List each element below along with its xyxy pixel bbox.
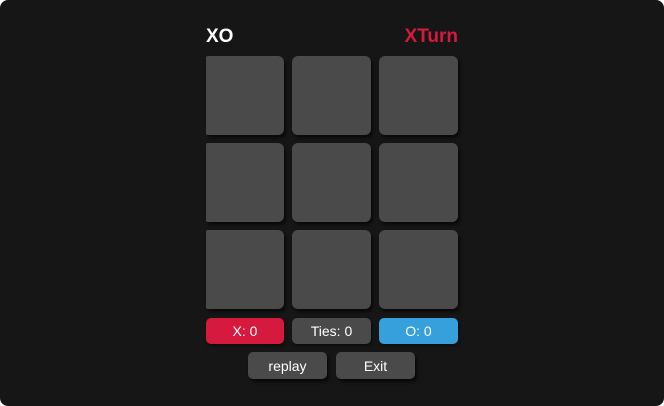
exit-button[interactable]: Exit — [336, 352, 415, 379]
board-cell-5[interactable] — [292, 143, 371, 222]
board-cell-4[interactable] — [206, 143, 284, 222]
board-cell-6[interactable] — [379, 143, 458, 222]
board-cell-1[interactable] — [206, 56, 284, 135]
score-x: X: 0 — [206, 318, 284, 344]
turn-indicator: XTurn — [404, 26, 458, 47]
app-title: XO — [206, 26, 234, 47]
replay-button[interactable]: replay — [248, 352, 327, 379]
score-ties: Ties: 0 — [292, 318, 371, 344]
board-cell-7[interactable] — [206, 230, 284, 309]
board-cell-9[interactable] — [379, 230, 458, 309]
action-bar: replay Exit — [248, 352, 415, 379]
game-window: XO XTurn X: 0 Ties: 0 O: 0 replay Exit — [0, 0, 664, 406]
score-o: O: 0 — [379, 318, 458, 344]
game-board — [206, 56, 459, 310]
board-cell-3[interactable] — [379, 56, 458, 135]
board-cell-8[interactable] — [292, 230, 371, 309]
scoreboard: X: 0 Ties: 0 O: 0 — [206, 318, 459, 344]
board-cell-2[interactable] — [292, 56, 371, 135]
